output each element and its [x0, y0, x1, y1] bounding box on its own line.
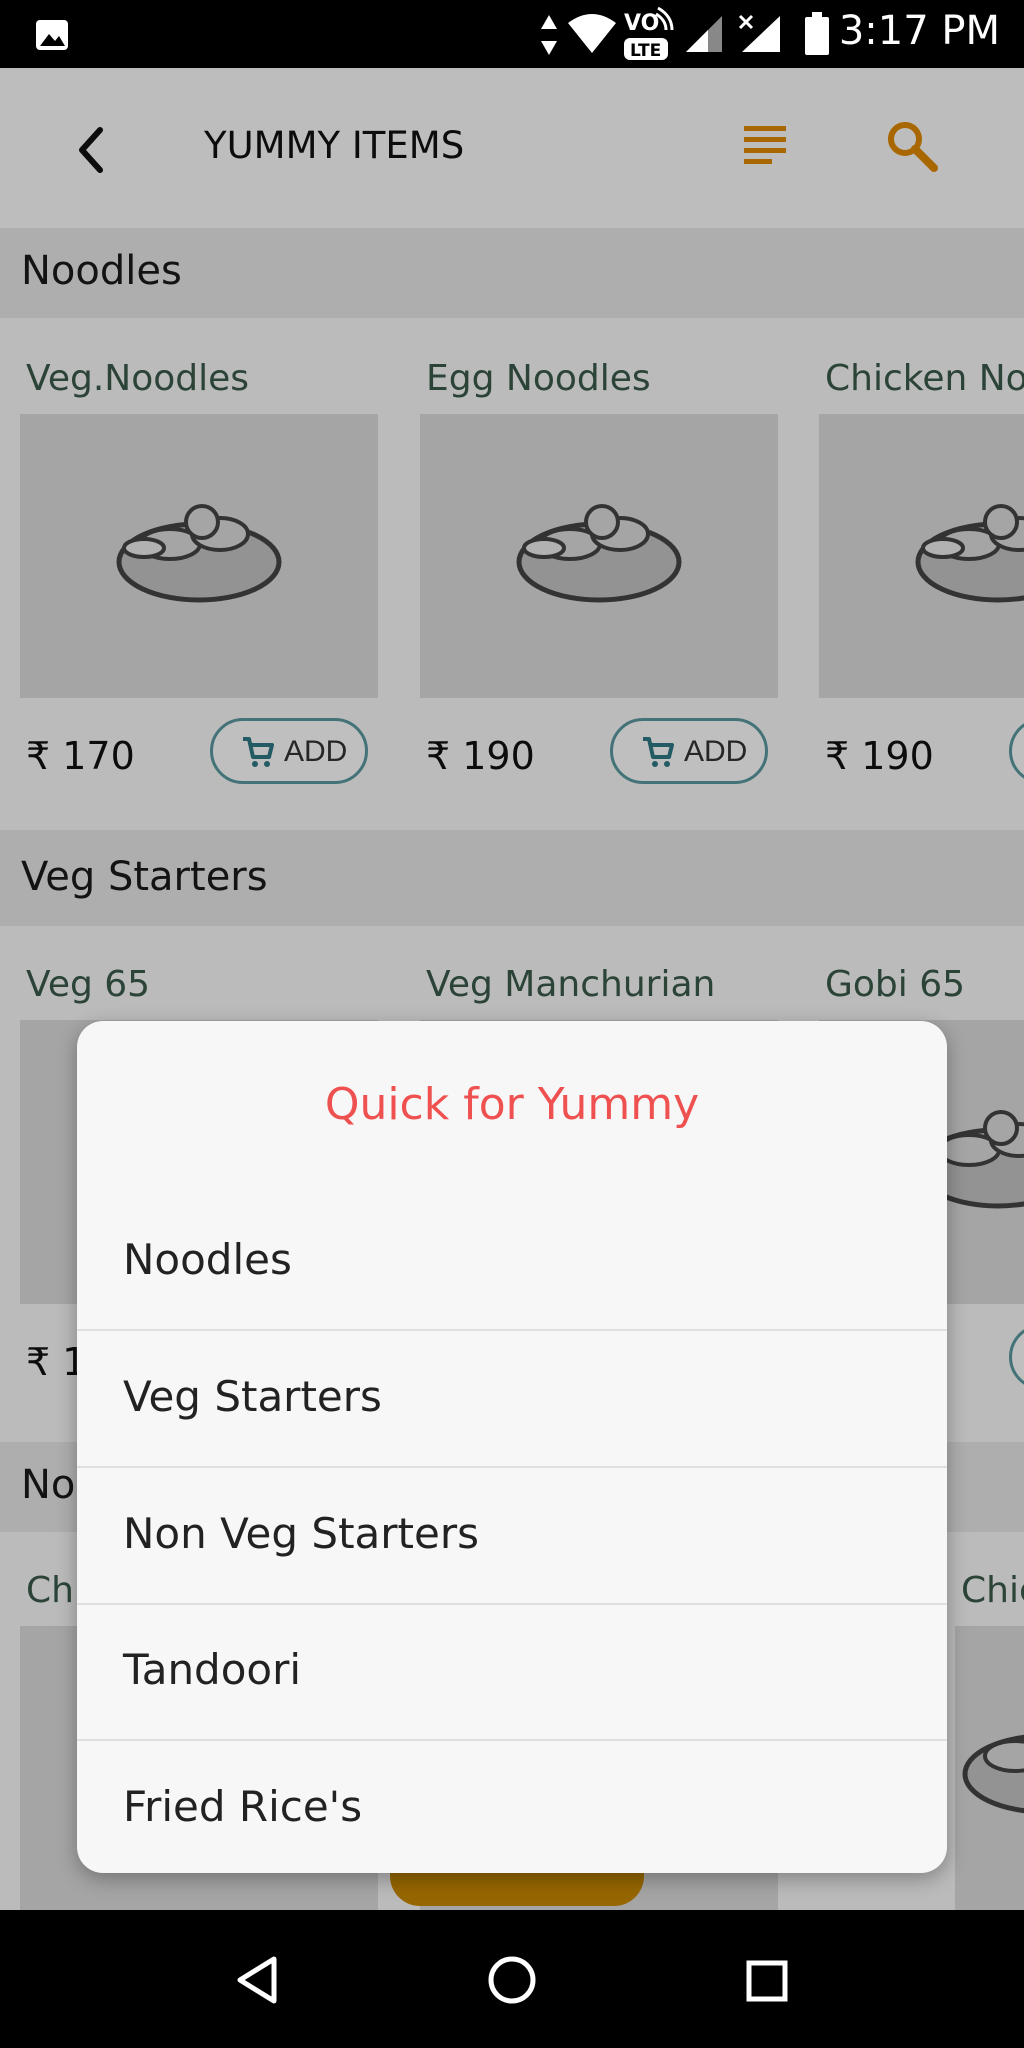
option-label: Non Veg Starters: [123, 1509, 479, 1558]
option-label: Fried Rice's: [123, 1782, 363, 1831]
option-label: Tandoori: [123, 1645, 302, 1694]
data-arrows-icon: [541, 15, 557, 55]
dialog-option-noodles[interactable]: Noodles: [77, 1195, 947, 1331]
svg-text:VO: VO: [624, 11, 659, 36]
option-label: Veg Starters: [123, 1372, 382, 1421]
dialog-option-tandoori[interactable]: Tandoori: [77, 1605, 947, 1741]
svg-text:LTE: LTE: [630, 41, 661, 61]
dialog-option-veg-starters[interactable]: Veg Starters: [77, 1332, 947, 1468]
signal-icon: [686, 16, 722, 52]
recents-square-icon[interactable]: [744, 1958, 790, 2004]
back-triangle-icon[interactable]: [234, 1955, 280, 2005]
system-nav-bar: [0, 1910, 1024, 2048]
dialog-option-fried-rice[interactable]: Fried Rice's: [77, 1742, 947, 1873]
dialog-option-non-veg-starters[interactable]: Non Veg Starters: [77, 1469, 947, 1605]
battery-icon: [805, 12, 829, 55]
volte-icon: VO LTE: [624, 6, 674, 61]
home-circle-icon[interactable]: [486, 1954, 538, 2006]
image-icon: [36, 20, 68, 50]
option-label: Noodles: [123, 1235, 292, 1284]
dialog-title: Quick for Yummy: [324, 1079, 700, 1130]
quick-menu-dialog: Quick for Yummy Noodles Veg Starters Non…: [77, 1021, 947, 1873]
wifi-icon: [568, 14, 616, 53]
signal-no-service-icon: [738, 14, 780, 52]
status-time: 3:17 PM: [838, 8, 1000, 54]
status-bar: VO LTE 3:17 PM: [0, 0, 1024, 68]
